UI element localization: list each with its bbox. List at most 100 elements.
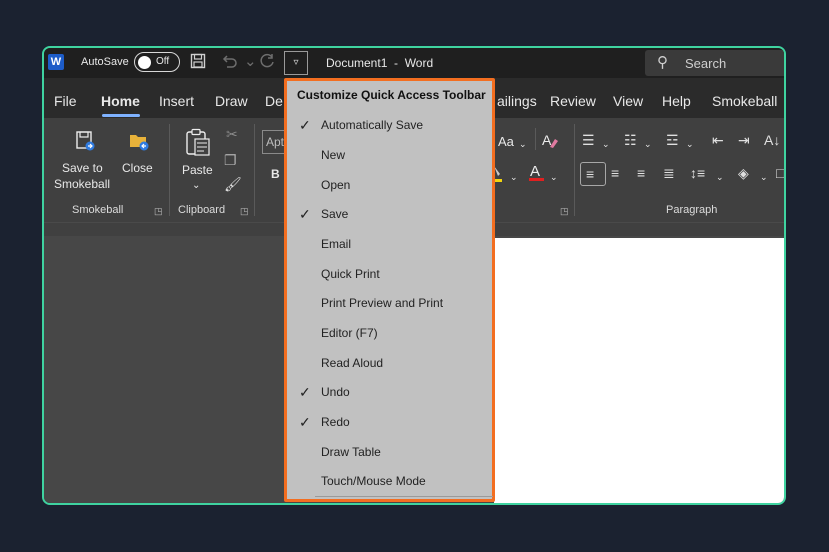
menu-item-label: Save xyxy=(321,207,349,221)
menu-item-draw-table[interactable]: Draw Table xyxy=(287,438,492,467)
line-spacing-icon[interactable]: ↕≡ xyxy=(690,165,705,181)
borders-icon[interactable]: □ xyxy=(776,165,784,181)
divider xyxy=(535,128,536,150)
decrease-indent-icon[interactable]: ⇤ xyxy=(712,132,724,149)
menu-item-label: Print Preview and Print xyxy=(321,296,444,310)
copy-icon[interactable]: ❐ xyxy=(224,152,237,169)
cut-icon[interactable]: ✂ xyxy=(226,126,238,143)
chevron-down-icon[interactable]: ⌄ xyxy=(550,169,558,185)
chevron-down-icon[interactable]: ⌄ xyxy=(644,136,652,152)
chevron-down-icon[interactable]: ⌄ xyxy=(192,178,200,194)
svg-text:A: A xyxy=(542,132,552,148)
paragraph-group-label: Paragraph xyxy=(666,204,718,216)
menu-item-label: Editor (F7) xyxy=(321,326,378,340)
tab-draw[interactable]: Draw xyxy=(215,93,248,109)
chevron-down-icon[interactable]: ⌄ xyxy=(716,169,724,185)
folder-close-icon[interactable] xyxy=(128,130,150,157)
search-placeholder: Search xyxy=(685,56,727,71)
save-icon[interactable] xyxy=(190,53,206,74)
tab-file[interactable]: File xyxy=(54,93,77,109)
save-to-label-1[interactable]: Save to xyxy=(62,160,103,176)
menu-item-label: Open xyxy=(321,178,351,192)
toggle-knob xyxy=(138,55,151,69)
chevron-down-icon[interactable]: ⌄ xyxy=(244,53,257,71)
shading-icon[interactable]: ◈ xyxy=(738,165,749,182)
document-page[interactable] xyxy=(494,238,784,503)
menu-item-save[interactable]: ✓ Save xyxy=(287,200,492,229)
menu-item-redo[interactable]: ✓ Redo xyxy=(287,408,492,437)
tab-smokeball[interactable]: Smokeball xyxy=(712,93,777,109)
clear-formatting-icon[interactable]: A xyxy=(541,131,559,154)
check-icon: ✓ xyxy=(299,117,311,133)
align-left-button[interactable]: ≡ xyxy=(580,162,606,186)
menu-item-label: Redo xyxy=(321,415,350,429)
numbering-icon[interactable]: ☷ xyxy=(624,132,637,149)
font-name-value: Apt xyxy=(266,135,285,149)
chevron-down-icon[interactable]: ⌄ xyxy=(519,136,527,152)
menu-item-label: Automatically Save xyxy=(321,118,424,132)
tab-review[interactable]: Review xyxy=(550,93,596,109)
save-to-label-2[interactable]: Smokeball xyxy=(54,176,110,192)
menu-item-quick-print[interactable]: Quick Print xyxy=(287,260,492,289)
autosave-toggle[interactable]: Off xyxy=(134,52,180,72)
smokeball-group-label: Smokeball xyxy=(72,204,124,216)
undo-icon[interactable] xyxy=(220,53,238,74)
menu-item-label: Draw Table xyxy=(321,445,381,459)
menu-item-email[interactable]: Email xyxy=(287,230,492,259)
chevron-down-icon[interactable]: ⌄ xyxy=(686,136,694,152)
bullets-icon[interactable]: ☰ xyxy=(582,132,595,149)
smokeball-launcher-icon[interactable]: ◳ xyxy=(154,206,163,217)
menu-item-undo[interactable]: ✓ Undo xyxy=(287,378,492,407)
menu-item-touch-mouse-mode[interactable]: Touch/Mouse Mode xyxy=(287,467,492,496)
tab-mailings[interactable]: ailings xyxy=(497,93,537,109)
clipboard-group-label: Clipboard xyxy=(178,204,226,216)
save-to-smokeball-icon[interactable] xyxy=(74,130,96,157)
align-right-icon[interactable]: ≡ xyxy=(637,165,645,181)
paste-label[interactable]: Paste xyxy=(182,162,213,178)
group-separator xyxy=(169,124,170,216)
tab-view[interactable]: View xyxy=(613,93,643,109)
menu-item-new[interactable]: New xyxy=(287,141,492,170)
menu-item-automatically-save[interactable]: ✓ Automatically Save xyxy=(287,111,492,140)
menu-item-print-preview[interactable]: Print Preview and Print xyxy=(287,289,492,318)
menu-item-label: Touch/Mouse Mode xyxy=(321,474,426,488)
tab-design[interactable]: De xyxy=(265,93,283,109)
svg-text:A: A xyxy=(530,163,540,180)
menu-item-read-aloud[interactable]: Read Aloud xyxy=(287,349,492,378)
search-icon: ⚲ xyxy=(657,54,668,71)
chevron-down-icon[interactable]: ⌄ xyxy=(602,136,610,152)
clipboard-launcher-icon[interactable]: ◳ xyxy=(240,206,249,217)
customize-qat-button[interactable]: ▿ xyxy=(284,51,308,75)
menu-item-editor[interactable]: Editor (F7) xyxy=(287,319,492,348)
paste-icon[interactable] xyxy=(184,128,212,163)
align-center-icon[interactable]: ≡ xyxy=(611,165,619,181)
group-separator xyxy=(254,124,255,216)
document-background xyxy=(44,236,284,503)
menu-divider xyxy=(315,496,493,497)
close-button[interactable]: Close xyxy=(122,160,153,176)
sort-icon[interactable]: A↓ xyxy=(764,132,780,148)
justify-icon[interactable]: ≣ xyxy=(663,165,675,182)
tab-insert[interactable]: Insert xyxy=(159,93,194,109)
font-color-icon[interactable]: A xyxy=(528,162,546,189)
autosave-state: Off xyxy=(156,56,170,67)
chevron-down-icon[interactable]: ⌄ xyxy=(760,169,768,185)
search-input[interactable]: ⚲ Search xyxy=(645,50,784,76)
chevron-down-icon[interactable]: ⌄ xyxy=(510,169,518,185)
tab-help[interactable]: Help xyxy=(662,93,691,109)
active-tab-indicator xyxy=(102,114,140,117)
redo-icon[interactable] xyxy=(258,53,276,74)
menu-item-label: New xyxy=(321,148,346,162)
menu-item-open[interactable]: Open xyxy=(287,171,492,200)
tab-home[interactable]: Home xyxy=(101,93,140,109)
font-launcher-icon[interactable]: ◳ xyxy=(560,206,569,217)
increase-indent-icon[interactable]: ⇥ xyxy=(738,132,750,149)
bold-button[interactable]: B xyxy=(271,166,280,182)
check-icon: ✓ xyxy=(299,384,311,400)
menu-title: Customize Quick Access Toolbar xyxy=(297,88,486,102)
format-painter-icon[interactable]: 🖌 xyxy=(224,176,242,193)
multilevel-list-icon[interactable]: ☲ xyxy=(666,132,679,149)
align-left-icon: ≡ xyxy=(586,166,595,182)
change-case-button[interactable]: Aa xyxy=(498,134,514,150)
autosave-label: AutoSave xyxy=(81,56,129,68)
